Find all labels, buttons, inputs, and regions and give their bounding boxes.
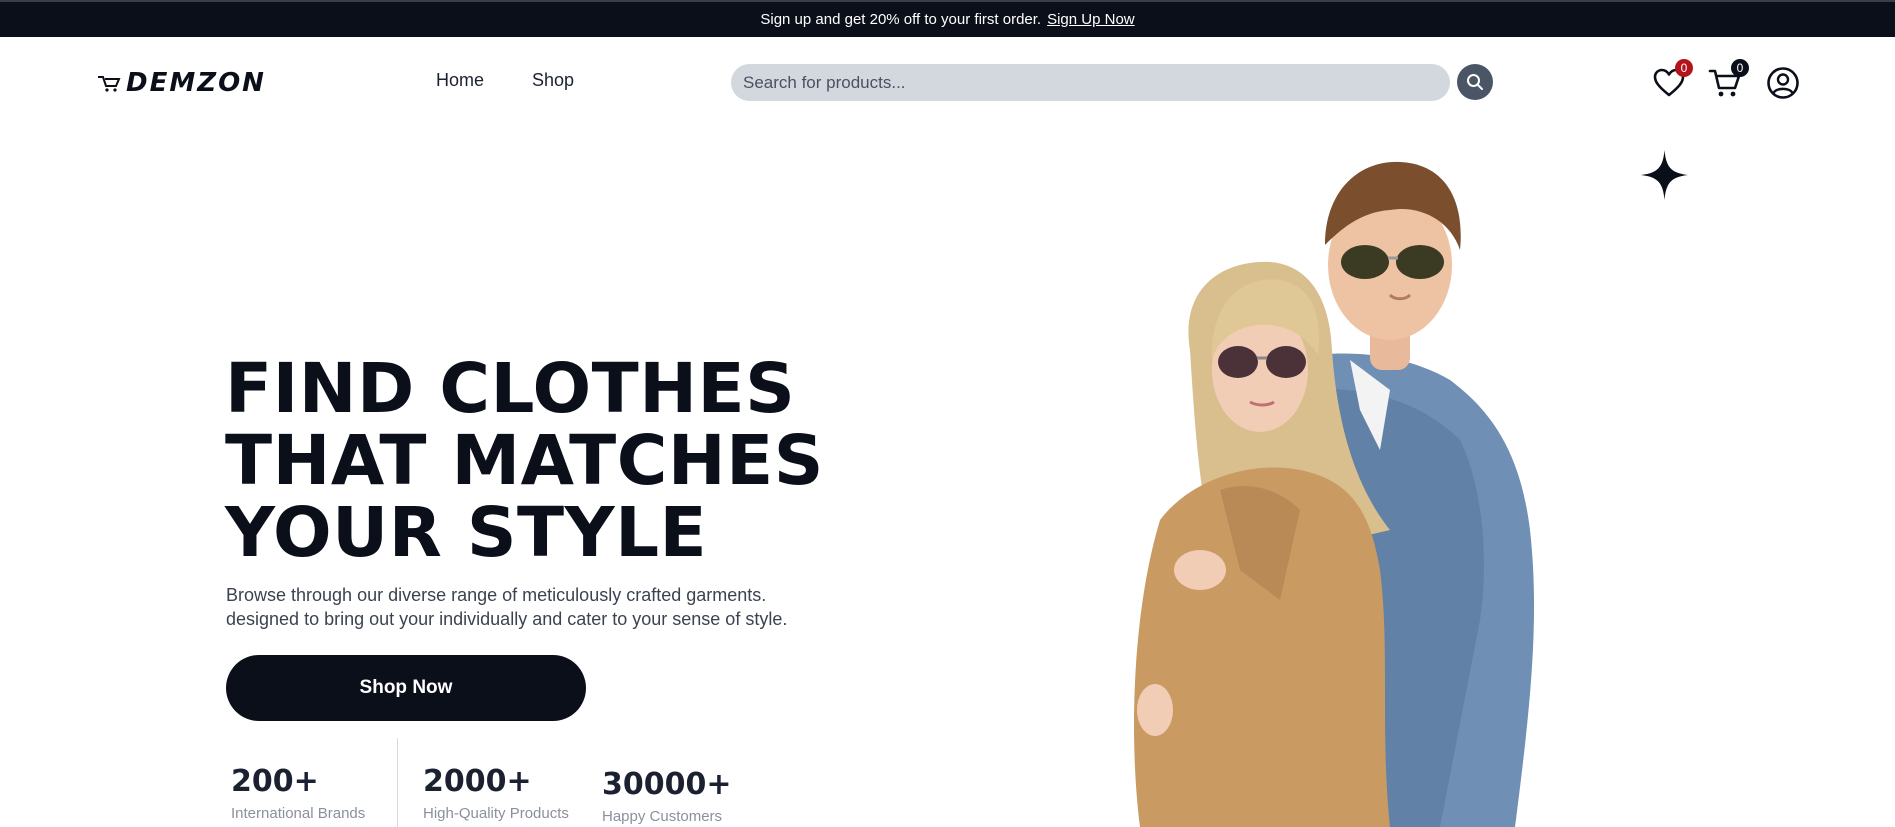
announcement-banner: Sign up and get 20% off to your first or… — [0, 0, 1895, 37]
nav-shop[interactable]: Shop — [532, 70, 574, 91]
account-button[interactable] — [1763, 63, 1803, 103]
hero-description-line: Browse through our diverse range of meti… — [226, 585, 767, 605]
stat-divider — [397, 738, 398, 827]
hero-title-line: YOUR STYLE — [225, 493, 708, 573]
cart-count-badge: 0 — [1731, 59, 1749, 77]
wishlist-button[interactable]: 0 — [1649, 59, 1693, 103]
search-icon — [1467, 74, 1483, 90]
shop-now-button[interactable]: Shop Now — [226, 655, 586, 721]
search-button[interactable] — [1457, 64, 1493, 100]
stat-brands: 200+ International Brands — [231, 764, 365, 822]
user-circle-icon — [1767, 67, 1799, 99]
sparkle-icon — [1641, 150, 1688, 200]
hero-description-line: designed to bring out your individually … — [226, 609, 788, 629]
cart-button[interactable]: 0 — [1705, 59, 1749, 103]
stat-customers: 30000+ Happy Customers — [602, 767, 732, 825]
hero-title-line: THAT MATCHES — [225, 421, 824, 501]
logo-text: DEMZON — [126, 68, 266, 98]
hero-description: Browse through our diverse range of meti… — [226, 583, 787, 631]
main-nav: Home Shop — [436, 70, 574, 91]
search-input[interactable] — [743, 72, 1450, 93]
site-header: DEMZON Home Shop 0 0 — [0, 37, 1895, 127]
stat-value: 2000+ — [423, 764, 532, 799]
header-actions: 0 0 — [1649, 59, 1804, 103]
logo[interactable]: DEMZON — [96, 68, 266, 98]
stat-products: 2000+ High-Quality Products — [423, 764, 569, 822]
stat-value: 30000+ — [602, 767, 732, 802]
stat-label: High-Quality Products — [423, 805, 569, 822]
cart-logo-icon — [98, 76, 121, 92]
announcement-text: Sign up and get 20% off to your first or… — [760, 11, 1042, 28]
search-bar — [731, 64, 1450, 101]
hero-models-image — [1134, 161, 1535, 827]
stat-label: International Brands — [231, 805, 366, 822]
nav-home[interactable]: Home — [436, 70, 484, 91]
hero-title-line: FIND CLOTHES — [225, 349, 796, 429]
wishlist-count-badge: 0 — [1675, 59, 1693, 77]
stat-label: Happy Customers — [602, 808, 723, 825]
stat-value: 200+ — [231, 764, 319, 799]
hero-title: FIND CLOTHES THAT MATCHES YOUR STYLE — [225, 353, 824, 569]
sign-up-link[interactable]: Sign Up Now — [1047, 11, 1135, 28]
